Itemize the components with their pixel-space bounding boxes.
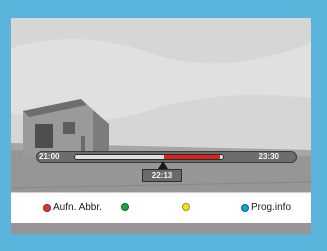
blue-button-label: Prog.info [251,202,292,213]
playhead-arrow-icon [158,161,168,169]
blue-dot-icon [241,204,249,212]
red-dot-icon [43,204,51,212]
green-button[interactable] [121,203,131,211]
red-button-stop-recording[interactable]: Aufn. Abbr. [43,203,102,213]
yellow-dot-icon [182,203,190,211]
green-dot-icon [121,203,129,211]
timeline-end-time: 23:30 [258,152,279,161]
current-time-label: 22:13 [142,169,182,182]
yellow-button[interactable] [182,203,192,211]
timeline-track [74,154,224,160]
blue-button-program-info[interactable]: Prog.info [241,203,291,213]
timeline-start-time: 21:00 [39,152,60,161]
screen-frame: 21:00 23:30 22:13 Aufn. Abbr. Prog.info [0,0,327,251]
color-button-bar: Aufn. Abbr. Prog.info [11,192,311,223]
recorded-segment [163,155,221,159]
red-button-label: Aufn. Abbr. [53,202,102,213]
